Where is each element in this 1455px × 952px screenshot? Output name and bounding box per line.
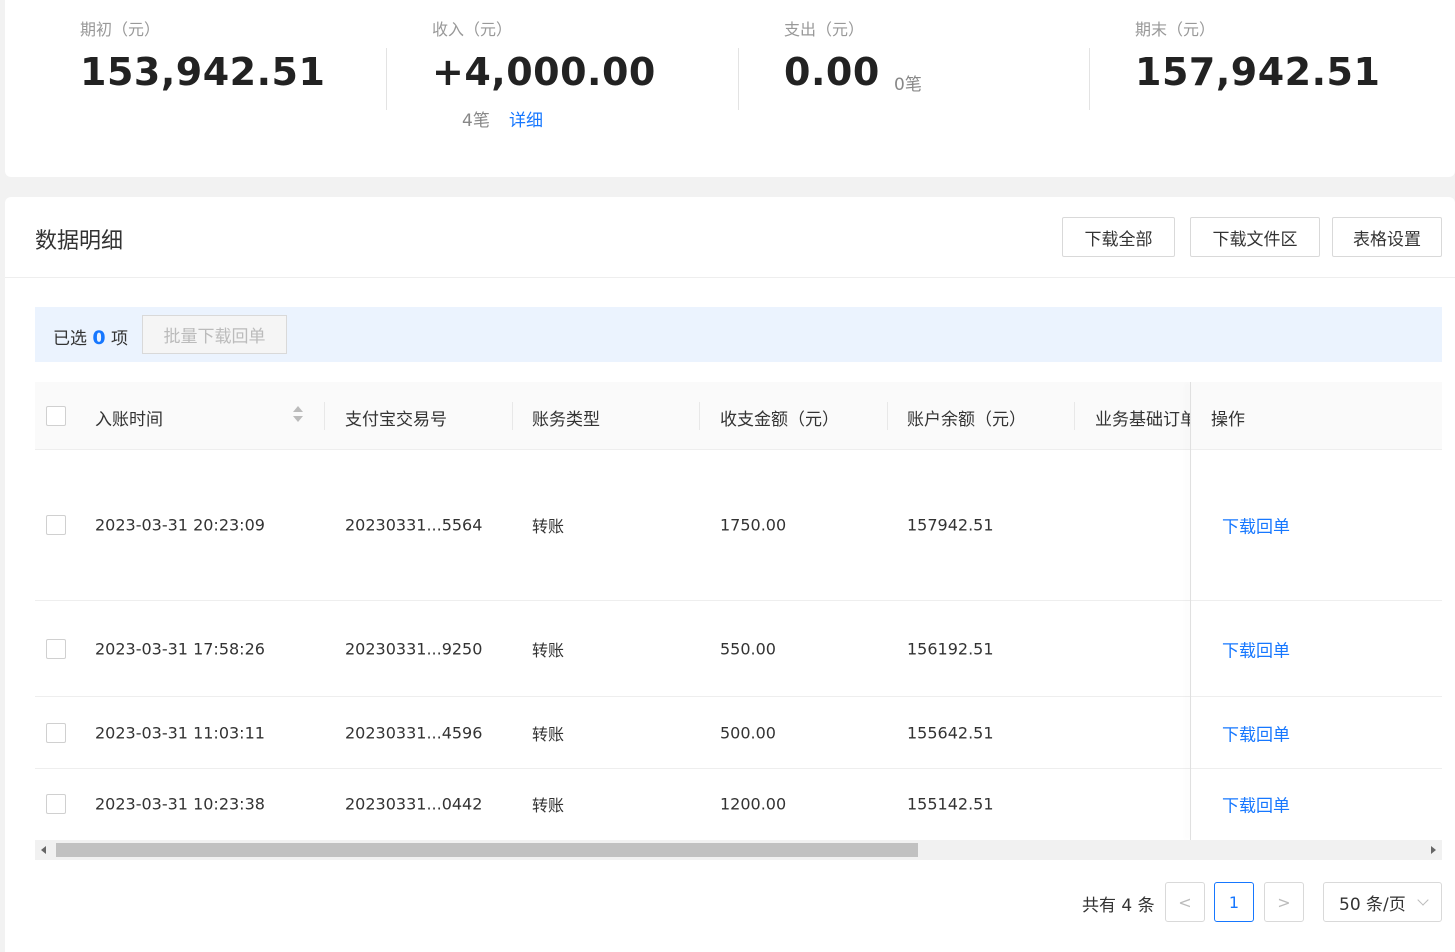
- cell-time: 2023-03-31 20:23:09: [95, 515, 265, 535]
- cell-trade-no: 20230331...5564: [345, 515, 483, 535]
- row-checkbox[interactable]: [46, 515, 66, 535]
- detail-title: 数据明细: [35, 229, 124, 254]
- scroll-right-icon[interactable]: [1431, 846, 1436, 854]
- column-divider[interactable]: [512, 402, 513, 430]
- cell-trade-no: 20230331...4596: [345, 723, 483, 743]
- stat-closing-value: 157,942.51: [1135, 50, 1381, 94]
- cell-balance: 156192.51: [907, 639, 994, 659]
- horizontal-scrollbar[interactable]: [35, 840, 1442, 860]
- cell-amount: 500.00: [720, 723, 776, 743]
- download-receipt-link[interactable]: 下载回单: [1222, 721, 1290, 746]
- detail-card: 数据明细 下载全部 下载文件区 表格设置 已选 0 项 批量下载回单 入账时间 …: [5, 197, 1455, 952]
- selection-suffix: 项: [111, 329, 129, 349]
- selection-bar: 已选 0 项 批量下载回单: [35, 307, 1442, 362]
- cell-amount: 1200.00: [720, 794, 787, 814]
- selection-prefix: 已选: [53, 329, 87, 349]
- cell-type: 转账: [532, 725, 565, 744]
- fixed-column-divider: [1190, 382, 1191, 840]
- header-divider: [5, 277, 1455, 278]
- page-size-select[interactable]: 50 条/页: [1323, 882, 1442, 922]
- page-button-1[interactable]: 1: [1214, 882, 1254, 922]
- sort-icon[interactable]: [293, 406, 303, 424]
- cell-time: 2023-03-31 10:23:38: [95, 794, 265, 814]
- stat-expense-value: 0.00: [784, 50, 880, 94]
- cell-balance: 155642.51: [907, 723, 994, 743]
- cell-time: 2023-03-31 17:58:26: [95, 639, 265, 659]
- row-checkbox[interactable]: [46, 639, 66, 659]
- download-files-button[interactable]: 下载文件区: [1190, 217, 1320, 257]
- col-header-order-no: 业务基础订单号: [1095, 410, 1190, 430]
- selection-text: 已选 0 项: [53, 324, 128, 349]
- batch-download-button[interactable]: 批量下载回单: [142, 315, 287, 354]
- stat-opening-label: 期初（元）: [80, 20, 161, 39]
- download-receipt-link[interactable]: 下载回单: [1222, 637, 1290, 662]
- col-header-balance: 账户余额（元）: [907, 410, 1026, 430]
- cell-type: 转账: [532, 641, 565, 660]
- select-all-checkbox[interactable]: [46, 406, 66, 426]
- stat-opening-value: 153,942.51: [80, 50, 326, 94]
- pagination-total: 共有 4 条: [1082, 896, 1155, 916]
- stat-expense-count: 0笔: [894, 75, 922, 95]
- col-header-type: 账务类型: [532, 410, 600, 430]
- selection-count: 0: [92, 327, 106, 349]
- next-page-button[interactable]: >: [1264, 882, 1304, 922]
- cell-balance: 155142.51: [907, 794, 994, 814]
- cell-amount: 1750.00: [720, 515, 787, 535]
- col-header-operation: 操作: [1211, 410, 1245, 430]
- page-size-value: 50 条/页: [1339, 894, 1406, 915]
- cell-amount: 550.00: [720, 639, 776, 659]
- download-receipt-link[interactable]: 下载回单: [1222, 792, 1290, 817]
- col-header-trade-no: 支付宝交易号: [345, 410, 447, 430]
- row-checkbox[interactable]: [46, 794, 66, 814]
- cell-balance: 157942.51: [907, 515, 994, 535]
- stat-expense-label: 支出（元）: [784, 20, 865, 39]
- row-checkbox[interactable]: [46, 723, 66, 743]
- download-all-button[interactable]: 下载全部: [1062, 217, 1175, 257]
- income-detail-link[interactable]: 详细: [509, 106, 543, 131]
- column-divider[interactable]: [324, 402, 325, 430]
- prev-page-button[interactable]: <: [1165, 882, 1205, 922]
- divider: [386, 48, 387, 110]
- scrollbar-thumb[interactable]: [56, 843, 918, 857]
- stat-income-label: 收入（元）: [432, 20, 513, 39]
- stat-income-value: +4,000.00: [432, 50, 656, 94]
- chevron-left-icon: <: [1178, 892, 1192, 912]
- table-settings-button[interactable]: 表格设置: [1332, 217, 1442, 257]
- column-divider[interactable]: [887, 402, 888, 430]
- download-receipt-link[interactable]: 下载回单: [1222, 513, 1290, 538]
- summary-card: 期初（元） 153,942.51 收入（元） +4,000.00 4笔 详细 支…: [5, 0, 1455, 177]
- divider: [738, 48, 739, 110]
- operation-column: 操作 下载回单 下载回单 下载回单 下载回单: [1191, 382, 1442, 840]
- data-table: 入账时间 支付宝交易号 账务类型 收支金额（元） 账户余额（元） 业务基础订单号…: [35, 382, 1442, 860]
- cell-trade-no: 20230331...9250: [345, 639, 483, 659]
- cell-type: 转账: [532, 517, 565, 536]
- stat-closing-label: 期末（元）: [1135, 20, 1216, 39]
- chevron-down-icon: [1417, 894, 1429, 906]
- chevron-right-icon: >: [1277, 892, 1291, 912]
- scroll-left-icon[interactable]: [41, 846, 46, 854]
- column-divider[interactable]: [699, 402, 700, 430]
- column-divider[interactable]: [1074, 402, 1075, 430]
- stat-income-count: 4笔: [462, 111, 490, 131]
- col-header-amount: 收支金额（元）: [720, 410, 839, 430]
- divider: [1089, 48, 1090, 110]
- cell-time: 2023-03-31 11:03:11: [95, 723, 265, 743]
- cell-trade-no: 20230331...0442: [345, 794, 483, 814]
- col-header-time[interactable]: 入账时间: [95, 405, 163, 430]
- cell-type: 转账: [532, 796, 565, 815]
